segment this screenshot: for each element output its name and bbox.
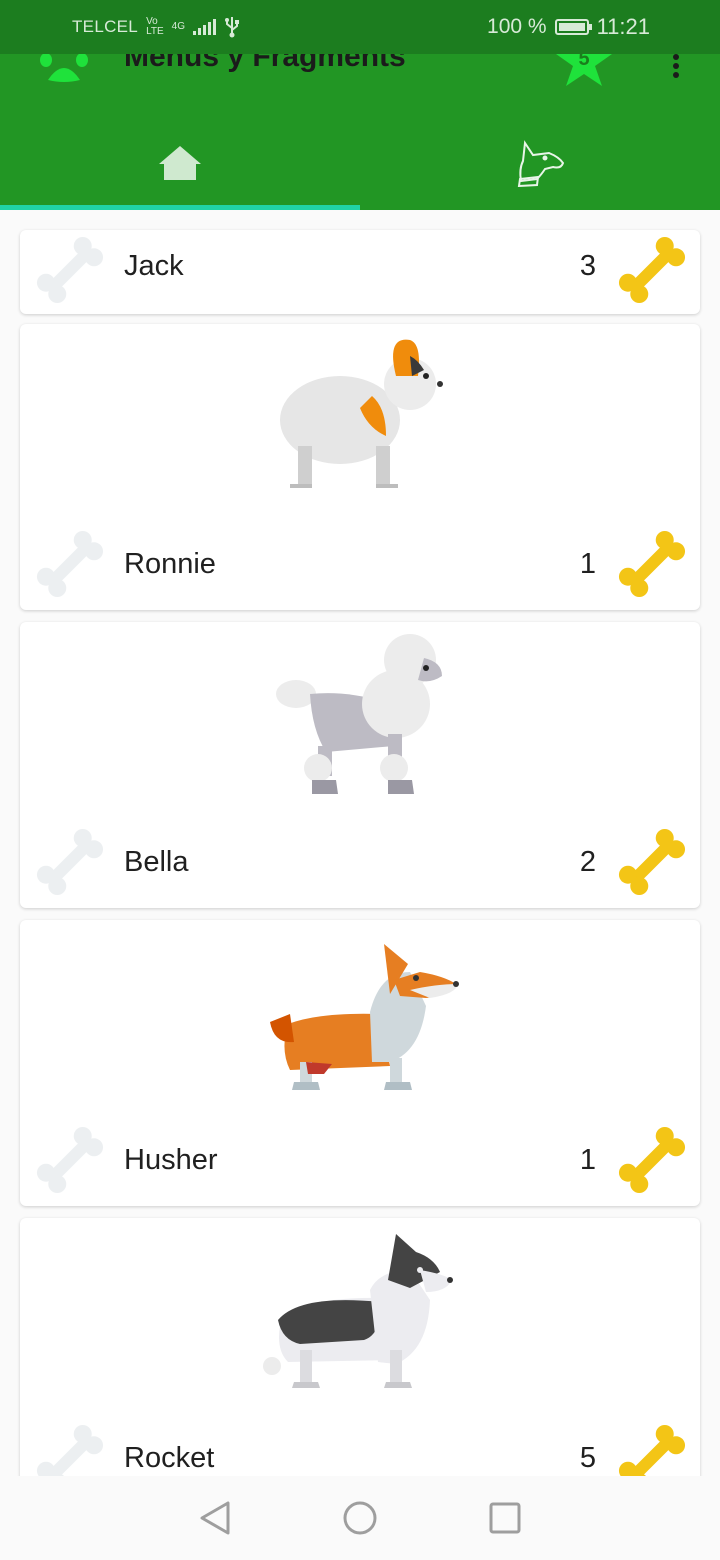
dog-name: Rocket — [124, 1442, 215, 1474]
dog-list[interactable]: Jack 3 Ronnie 1 Bella 2 Husher 1 Rocket … — [0, 210, 720, 1476]
dog-count: 5 — [579, 1442, 596, 1474]
dog-name: Bella — [124, 846, 189, 878]
dog-card-rocket[interactable]: Rocket 5 — [20, 1218, 700, 1476]
poodle-icon — [276, 634, 442, 794]
app-bar: Menus y Fragments 5 — [0, 40, 720, 210]
tab-bar — [0, 116, 720, 210]
clock: 11:21 — [596, 14, 650, 39]
paw-icon — [40, 54, 88, 82]
corgi-icon — [270, 944, 459, 1090]
back-icon[interactable] — [198, 1500, 232, 1536]
recents-icon[interactable] — [488, 1501, 522, 1535]
dog-count: 3 — [579, 250, 596, 282]
carrier-label: TELCEL — [72, 17, 139, 36]
dog-head-icon — [517, 140, 565, 187]
bone-filled-icon[interactable] — [612, 824, 692, 900]
papillon-icon — [280, 339, 443, 488]
bone-filled-icon[interactable] — [612, 232, 692, 308]
dog-name: Jack — [124, 250, 184, 282]
dog-row: Ronnie 1 — [20, 518, 700, 610]
dog-name: Ronnie — [124, 548, 216, 580]
system-nav-bar — [0, 1476, 720, 1560]
tab-home[interactable] — [0, 116, 360, 210]
volte-icon: Vo LTE — [146, 16, 164, 37]
bone-outline-icon[interactable] — [30, 526, 110, 602]
battery-percent: 100 % — [487, 15, 547, 38]
dog-row: Rocket 5 — [20, 1412, 700, 1476]
bone-outline-icon[interactable] — [30, 824, 110, 900]
bone-outline-icon[interactable] — [30, 232, 110, 308]
dog-count: 1 — [579, 548, 596, 580]
status-bar: TELCEL Vo LTE 4G 100 % 11:21 — [0, 0, 720, 54]
border-collie-icon — [263, 1234, 453, 1388]
dog-card-ronnie[interactable]: Ronnie 1 — [20, 324, 700, 610]
dog-row: Bella 2 — [20, 816, 700, 908]
bone-filled-icon[interactable] — [612, 1420, 692, 1476]
dog-card-jack[interactable]: Jack 3 — [20, 230, 700, 314]
dog-row: Husher 1 — [20, 1114, 700, 1206]
bone-outline-icon[interactable] — [30, 1420, 110, 1476]
signal-icon — [193, 19, 217, 35]
home-circle-icon[interactable] — [342, 1500, 378, 1536]
dog-card-bella[interactable]: Bella 2 — [20, 622, 700, 908]
dog-name: Husher — [124, 1144, 218, 1176]
dog-card-husher[interactable]: Husher 1 — [20, 920, 700, 1206]
dog-count: 2 — [579, 846, 596, 878]
tab-dogs[interactable] — [360, 116, 720, 210]
bone-filled-icon[interactable] — [612, 1122, 692, 1198]
usb-icon — [225, 17, 240, 38]
bone-filled-icon[interactable] — [612, 526, 692, 602]
home-icon — [159, 146, 201, 180]
dog-count: 1 — [579, 1144, 596, 1176]
network-type: 4G — [171, 21, 186, 32]
overflow-menu-icon[interactable] — [664, 54, 688, 78]
battery-icon — [554, 19, 592, 35]
bone-outline-icon[interactable] — [30, 1122, 110, 1198]
